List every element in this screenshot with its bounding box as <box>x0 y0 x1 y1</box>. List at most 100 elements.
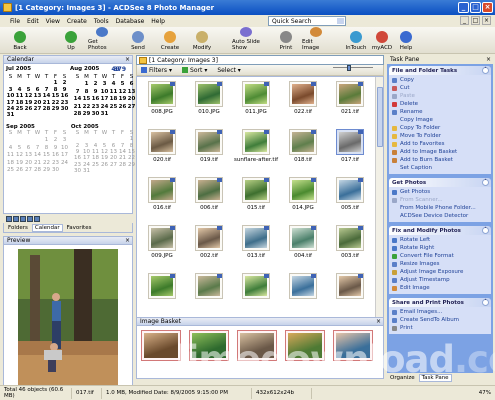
select-button[interactable]: Select ▾ <box>217 67 240 74</box>
thumbnail-item[interactable] <box>192 272 226 307</box>
close-button[interactable]: × <box>482 2 493 13</box>
menu-close-icon[interactable]: × <box>482 16 491 25</box>
thumbnail-item[interactable]: 005.tif <box>333 176 367 211</box>
tab-organize[interactable]: Organize <box>390 375 415 381</box>
thumbnail-item[interactable]: 015.tif <box>239 176 273 211</box>
chevron-up-icon[interactable]: ˄ <box>482 179 489 186</box>
view-icon[interactable] <box>27 215 33 222</box>
task-section-header[interactable]: Fix and Modify Photos ˄ <box>389 226 491 235</box>
view-icon[interactable] <box>13 215 19 222</box>
tab-folders[interactable]: Folders <box>8 225 28 231</box>
basket-item[interactable] <box>333 330 373 361</box>
calendar-grid-aug[interactable]: SMTWTFS 123456 7 8 9 10 11 12 13 14 15 16 17 18 19 2… <box>73 74 136 119</box>
thumbnail-item[interactable]: 018.tif <box>286 128 320 163</box>
thumbnail-item[interactable]: 017.tif <box>333 128 367 163</box>
task-item[interactable]: Convert File Format <box>392 252 488 260</box>
basket-item[interactable] <box>285 330 325 361</box>
vertical-scrollbar[interactable] <box>375 77 383 326</box>
task-item[interactable]: From Scanner... <box>392 196 488 204</box>
menu-restore-icon[interactable]: □ <box>471 16 480 25</box>
tab-calendar[interactable]: Calendar <box>31 223 63 232</box>
calendar-grid-oct[interactable]: SMTWTFS 1 2345678 9 10 11 12 13 14 15 16 17 18 19… <box>73 130 136 175</box>
task-item[interactable]: Add to Favorites <box>392 140 488 148</box>
task-section-header[interactable]: Share and Print Photos ˄ <box>389 298 491 307</box>
thumbnail-item[interactable]: 011.JPG <box>239 80 273 115</box>
toolbar-auto-slide-show-button[interactable]: Auto Slide Show <box>232 27 260 53</box>
task-item[interactable]: From Mobile Phone Folder... <box>392 204 488 212</box>
task-item[interactable]: Create SendTo Album <box>392 316 488 324</box>
task-item[interactable]: Email Images... <box>392 308 488 316</box>
task-item[interactable]: Copy Image <box>392 116 488 124</box>
basket-item[interactable] <box>237 330 277 361</box>
task-item[interactable]: Move To Folder <box>392 132 488 140</box>
thumbnail-item[interactable] <box>239 272 273 307</box>
toolbar-send-button[interactable]: Send <box>124 27 152 53</box>
close-icon[interactable]: × <box>125 237 130 244</box>
task-item[interactable]: Get Photos <box>392 188 488 196</box>
task-section-header[interactable]: File and Folder Tasks ˄ <box>389 66 491 75</box>
toolbar-get-photos-button[interactable]: Get Photos <box>88 27 116 53</box>
toolbar-create-button[interactable]: Create <box>156 27 184 53</box>
thumbnail-item[interactable]: 004.tif <box>286 224 320 259</box>
task-item[interactable]: Adjust Image Exposure <box>392 268 488 276</box>
task-item[interactable]: Rename <box>392 108 488 116</box>
task-item[interactable]: Rotate Left <box>392 236 488 244</box>
task-item[interactable]: Cut <box>392 84 488 92</box>
toolbar-edit-image-button[interactable]: Edit Image <box>302 27 330 53</box>
thumbnail-item[interactable]: 020.tif <box>145 128 179 163</box>
task-item[interactable]: ACDSee Device Detector <box>392 212 488 220</box>
menu-item-edit[interactable]: Edit <box>27 18 39 25</box>
task-item[interactable]: Set Caption <box>392 164 488 172</box>
maximize-button[interactable]: □ <box>470 2 481 13</box>
menu-item-file[interactable]: File <box>10 18 20 25</box>
thumbnail-item[interactable]: sunflare-after.tif <box>234 128 278 163</box>
chevron-up-icon[interactable]: ˄ <box>482 227 489 234</box>
task-item[interactable]: Copy To Folder <box>392 124 488 132</box>
thumbnail-item[interactable]: 008.JPG <box>145 80 179 115</box>
menu-item-database[interactable]: Database <box>116 18 145 25</box>
thumbnail-item[interactable]: 003.tif <box>333 224 367 259</box>
task-item[interactable]: Print <box>392 324 488 332</box>
thumbnail-item[interactable] <box>145 272 179 307</box>
slider-handle[interactable] <box>347 65 351 71</box>
tab-favorites[interactable]: Favorites <box>67 225 92 231</box>
calendar-grid-jul[interactable]: SMTWTFS 12 3456789 10 11 12 13 14 15 16 17 18 19… <box>6 74 69 119</box>
task-item[interactable]: Paste <box>392 92 488 100</box>
view-icon[interactable] <box>6 215 12 222</box>
thumbnail-item[interactable] <box>333 272 367 307</box>
chevron-up-icon[interactable]: ˄ <box>482 299 489 306</box>
toolbar-modify-button[interactable]: Modify <box>188 27 216 53</box>
address-bar[interactable]: [1 Category: Images 3] <box>136 55 384 65</box>
task-item[interactable]: Rotate Right <box>392 244 488 252</box>
task-item[interactable]: Resize Images <box>392 260 488 268</box>
view-icon[interactable] <box>34 215 40 222</box>
task-item[interactable]: Add to Image Basket <box>392 148 488 156</box>
thumbnail-item[interactable]: 022.tif <box>286 80 320 115</box>
menu-item-create[interactable]: Create <box>67 18 87 25</box>
chevron-up-icon[interactable]: ˄ <box>482 67 489 74</box>
task-item[interactable]: Edit Image <box>392 284 488 292</box>
scrollbar-thumb[interactable] <box>377 87 383 147</box>
thumbnail-item[interactable]: 021.tif <box>333 80 367 115</box>
quick-search-box[interactable]: Quick Search <box>268 16 346 26</box>
thumbnail-item[interactable]: 009.JPG <box>145 224 179 259</box>
task-item[interactable]: Copy <box>392 76 488 84</box>
toolbar-print-button[interactable]: Print <box>272 27 300 53</box>
task-section-header[interactable]: Get Photos ˄ <box>389 178 491 187</box>
menu-minimize-icon[interactable]: _ <box>460 16 469 25</box>
basket-item[interactable] <box>141 330 181 361</box>
thumbnail-item[interactable]: 014.JPG <box>286 176 320 211</box>
thumbnail-item[interactable]: 010.JPG <box>192 80 226 115</box>
thumbnail-item[interactable] <box>286 272 320 307</box>
thumbnail-item[interactable]: 019.tif <box>192 128 226 163</box>
close-icon[interactable]: × <box>376 318 381 325</box>
view-icon[interactable] <box>20 215 26 222</box>
minimize-button[interactable]: _ <box>458 2 469 13</box>
calendar-grid-sep[interactable]: SMTWTFS 123 4 5 6 7 8 9 10 11 12 13 14 15 16 17 18 19… <box>6 130 69 175</box>
thumbnail-item[interactable]: 006.tif <box>192 176 226 211</box>
menu-item-tools[interactable]: Tools <box>94 18 109 25</box>
zoom-slider[interactable] <box>333 65 373 72</box>
close-icon[interactable]: × <box>486 56 491 63</box>
toolbar-back-button[interactable]: Back <box>6 27 34 53</box>
toolbar-up-button[interactable]: Up <box>57 27 85 53</box>
